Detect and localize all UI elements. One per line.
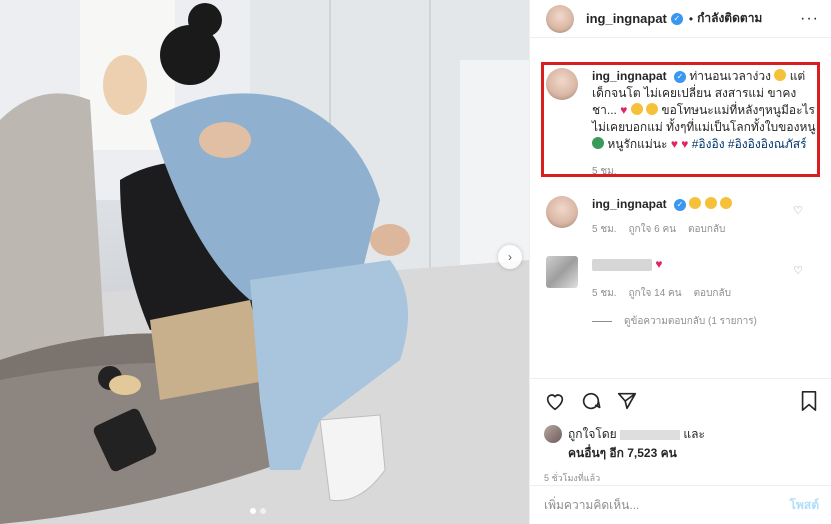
smiling-face-emoji-icon (704, 197, 717, 209)
comment-username-blurred[interactable] (592, 258, 652, 271)
liker-avatar (544, 425, 562, 443)
post-photo[interactable]: › (0, 0, 529, 524)
photo-illustration (0, 0, 529, 524)
carousel-dot (260, 508, 266, 514)
post-side-panel: ing_ingnapat ✓ • กำลังติดตาม ··· ing_ing… (529, 0, 831, 524)
caption-text: ท่านอนเวลาง่วง (689, 69, 775, 83)
view-replies-label: ดูข้อความตอบกลับ (1 รายการ) (624, 316, 757, 327)
comment-item: ing_ingnapat ✓ 5 ชม. ถูกใจ 6 คน ตอบกลับ … (530, 196, 831, 238)
more-options-icon[interactable]: ··· (800, 10, 819, 28)
sleepy-face-emoji-icon (774, 69, 787, 81)
likes-others[interactable]: คนอื่นๆ อีก 7,523 คน (568, 446, 677, 460)
avatar[interactable] (546, 68, 578, 100)
comment-time: 5 ชม. (592, 288, 617, 299)
comment-likes[interactable]: ถูกใจ 6 คน (629, 221, 677, 238)
following-button[interactable]: กำลังติดตาม (697, 9, 762, 28)
comment-icon[interactable] (580, 390, 602, 412)
caption-username[interactable]: ing_ingnapat (592, 69, 667, 83)
verified-badge-icon: ✓ (670, 12, 683, 25)
bookmark-icon[interactable] (799, 390, 819, 412)
heart-emoji-icon: ♥ (620, 103, 628, 117)
woozy-face-emoji-icon (646, 103, 659, 115)
avatar[interactable] (546, 256, 578, 288)
avatar[interactable] (546, 4, 574, 33)
worried-face-emoji-icon (689, 197, 702, 209)
post-comment-button[interactable]: โพสต์ (790, 496, 819, 515)
view-replies-button[interactable]: ดูข้อความตอบกลับ (1 รายการ) (592, 314, 831, 329)
comment-username[interactable]: ing_ingnapat (592, 197, 667, 211)
caption-time: 5 ชม. (592, 166, 617, 177)
heart-emoji-icon: ♥ ♥ (670, 137, 689, 151)
carousel-indicator (250, 508, 266, 514)
carousel-next-button[interactable]: › (498, 245, 522, 269)
caption-text: หนูรักแม่นะ (607, 137, 668, 151)
verified-badge-icon: ✓ (674, 70, 687, 83)
like-comment-heart-icon[interactable]: ♡ (793, 264, 803, 277)
caption: ing_ingnapat ✓ ท่านอนเวลาง่วง แต่เด็กจนโ… (530, 52, 831, 180)
post-actions: ถูกใจโดย และ คนอื่นๆ อีก 7,523 คน 5 ชั่ว… (530, 378, 831, 485)
likes-and: และ (683, 427, 705, 441)
liker-name-blurred[interactable] (620, 429, 681, 440)
likes-summary[interactable]: ถูกใจโดย และ คนอื่นๆ อีก 7,523 คน (544, 425, 819, 463)
reply-button[interactable]: ตอบกลับ (694, 285, 731, 302)
globe-emoji-icon (592, 137, 604, 149)
carousel-dot (250, 508, 256, 514)
post-time-ago: 5 ชั่วโมงที่แล้ว (544, 473, 601, 483)
chevron-right-icon: › (508, 250, 512, 264)
post-header: ing_ingnapat ✓ • กำลังติดตาม ··· (530, 0, 831, 38)
comments-list[interactable]: ing_ingnapat ✓ ท่านอนเวลาง่วง แต่เด็กจนโ… (530, 52, 831, 377)
smiling-face-emoji-icon (720, 197, 733, 209)
add-comment-input[interactable]: เพิ่มความคิดเห็น... (544, 496, 639, 515)
caption-hashtags[interactable]: #อิงอิง #อิงอิงอิงณภัสร์ (692, 137, 807, 151)
header-username[interactable]: ing_ingnapat (586, 11, 667, 26)
worried-face-emoji-icon (630, 103, 643, 115)
header-separator: • (688, 11, 694, 26)
verified-badge-icon: ✓ (674, 198, 687, 211)
add-comment-bar: เพิ่มความคิดเห็น... โพสต์ (530, 485, 831, 524)
like-heart-icon[interactable] (544, 390, 566, 412)
comment-likes[interactable]: ถูกใจ 14 คน (629, 285, 682, 302)
reply-button[interactable]: ตอบกลับ (688, 221, 725, 238)
like-comment-heart-icon[interactable]: ♡ (793, 204, 803, 217)
share-icon[interactable] (616, 390, 638, 412)
likes-prefix: ถูกใจโดย (568, 427, 617, 441)
comment-item: ♥ 5 ชม. ถูกใจ 14 คน ตอบกลับ ♡ (530, 256, 831, 302)
comment-time: 5 ชม. (592, 224, 617, 235)
heart-emoji-icon: ♥ (655, 257, 663, 271)
avatar[interactable] (546, 196, 578, 228)
